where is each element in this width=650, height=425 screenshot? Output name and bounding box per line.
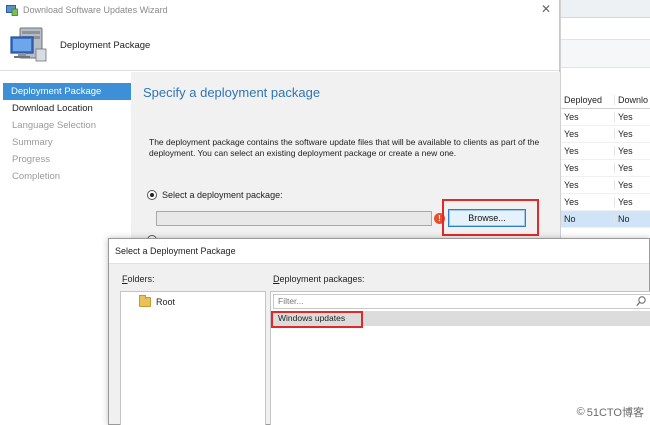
table-row[interactable]: Yes Yes <box>561 109 650 126</box>
filter-placeholder: Filter... <box>278 296 304 306</box>
background-toolbar <box>561 18 650 40</box>
cell-downloaded: Yes <box>614 146 650 156</box>
cell-downloaded: Yes <box>614 129 650 139</box>
table-row[interactable]: Yes Yes <box>561 126 650 143</box>
nav-step-language-selection: Language Selection <box>12 120 96 131</box>
cell-downloaded: Yes <box>614 180 650 190</box>
folders-label-text: olders: <box>127 274 155 284</box>
page-title: Specify a deployment package <box>143 85 321 100</box>
radio-button[interactable] <box>147 190 157 200</box>
table-row[interactable]: Yes Yes <box>561 177 650 194</box>
nav-step-progress: Progress <box>12 154 51 165</box>
cell-deployed: Yes <box>564 146 579 156</box>
table-header: Deployed Downlo <box>561 92 650 109</box>
wizard-titlebar: Download Software Updates Wizard ✕ <box>0 0 559 20</box>
watermark-text: 51CTO博客 <box>586 407 644 419</box>
nav-step-deployment-package[interactable]: Deployment Package <box>3 83 131 100</box>
updates-table: Deployed Downlo Yes Yes Yes Yes Yes Yes … <box>561 92 650 228</box>
table-row-selected[interactable]: No No <box>561 211 650 228</box>
browse-button[interactable]: Browse... <box>448 209 526 227</box>
column-header-downloaded[interactable]: Downlo <box>614 95 650 105</box>
package-name-field[interactable] <box>156 211 432 226</box>
filter-input[interactable]: Filter... <box>273 294 650 309</box>
tree-item-root[interactable]: Root <box>139 295 176 307</box>
nav-step-summary: Summary <box>12 137 53 148</box>
cell-deployed: No <box>564 214 576 224</box>
select-deployment-package-dialog: Select a Deployment Package Folders: Dep… <box>108 238 650 425</box>
background-ribbon <box>561 0 650 18</box>
highlight-box <box>271 311 363 328</box>
cell-deployed: Yes <box>564 163 579 173</box>
table-row[interactable]: Yes Yes <box>561 194 650 211</box>
background-search-bar <box>561 40 650 68</box>
table-row[interactable]: Yes Yes <box>561 143 650 160</box>
cell-deployed: Yes <box>564 129 579 139</box>
watermark: © 51CTO博客 <box>577 404 644 420</box>
cell-downloaded: No <box>614 214 650 224</box>
cell-downloaded: Yes <box>614 197 650 207</box>
folders-tree[interactable]: Root <box>120 291 266 425</box>
table-row[interactable]: Yes Yes <box>561 160 650 177</box>
header-title: Deployment Package <box>60 39 151 51</box>
cell-deployed: Yes <box>564 180 579 190</box>
folder-icon <box>139 295 151 307</box>
tree-item-label: Root <box>156 297 176 307</box>
nav-step-completion: Completion <box>12 171 61 182</box>
cell-deployed: Yes <box>564 112 579 122</box>
wizard-app-icon <box>6 4 18 16</box>
close-icon[interactable]: ✕ <box>541 2 551 16</box>
packages-label-text: eployment packages: <box>279 274 365 284</box>
select-package-label: Select a deployment package: <box>162 190 283 200</box>
wizard-header: Deployment Package <box>0 20 559 71</box>
computer-icon <box>10 27 48 63</box>
packages-label: Deployment packages: <box>273 274 365 284</box>
column-header-deployed[interactable]: Deployed <box>561 95 614 105</box>
page-description: The deployment package contains the soft… <box>149 137 540 158</box>
cell-downloaded: Yes <box>614 112 650 122</box>
cell-deployed: Yes <box>564 197 579 207</box>
watermark-logo-icon: © <box>576 406 585 418</box>
search-icon[interactable] <box>636 296 646 307</box>
dialog-title: Select a Deployment Package <box>109 239 649 264</box>
background-spacer <box>561 68 650 92</box>
select-package-radio[interactable]: Select a deployment package: <box>147 190 283 200</box>
nav-step-download-location[interactable]: Download Location <box>0 100 131 117</box>
background-window: Deployed Downlo Yes Yes Yes Yes Yes Yes … <box>560 0 650 240</box>
cell-downloaded: Yes <box>614 163 650 173</box>
folders-label: Folders: <box>122 274 155 284</box>
wizard-title: Download Software Updates Wizard <box>23 5 168 15</box>
